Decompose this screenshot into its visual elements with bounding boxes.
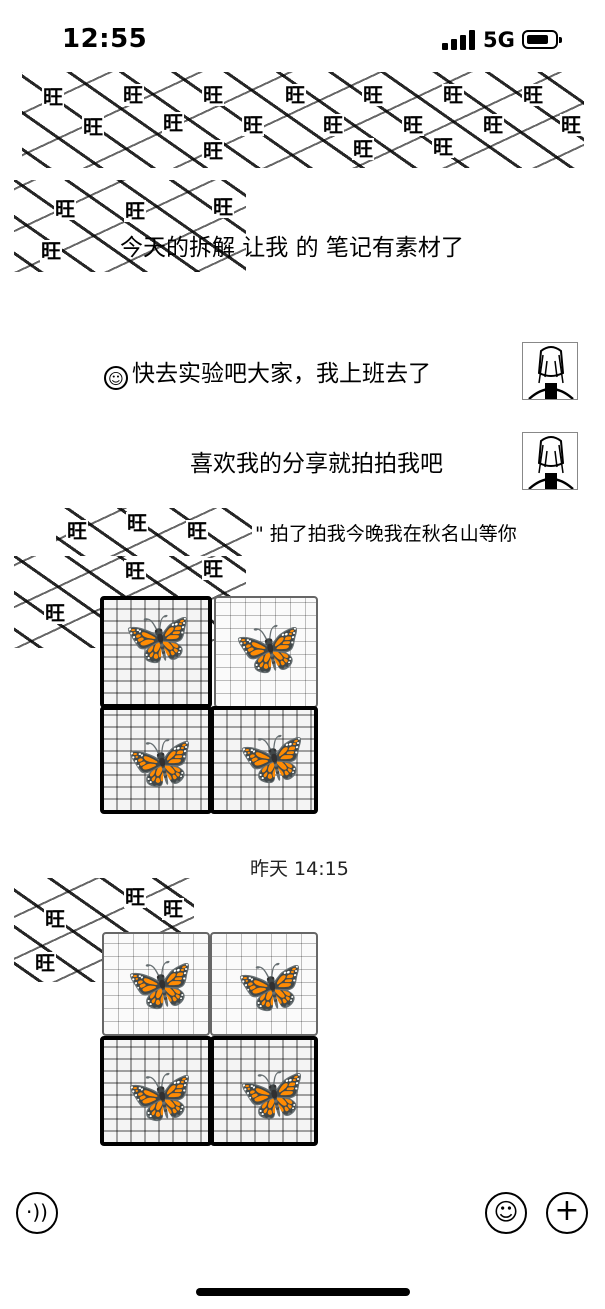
image-message[interactable]: 🦋 [214, 596, 318, 708]
image-message[interactable]: 🦋 [210, 1036, 318, 1146]
sticker-char: 旺 [82, 115, 104, 139]
sticker-char: 旺 [432, 135, 454, 159]
self-avatar[interactable] [522, 342, 578, 400]
sticker-char: 旺 [242, 113, 264, 137]
sticker-char: 旺 [124, 199, 146, 223]
butterfly-image: 🦋 [238, 1062, 306, 1125]
sticker-char: 旺 [44, 907, 66, 931]
sticker-char: 旺 [402, 113, 424, 137]
butterfly-image: 🦋 [234, 616, 302, 679]
sticker-char: 旺 [34, 951, 56, 975]
cellular-signal-icon [442, 30, 476, 50]
image-message[interactable]: 🦋 [100, 596, 212, 708]
status-time: 12:55 [62, 24, 148, 54]
sticker-char: 旺 [44, 601, 66, 625]
butterfly-image: 🦋 [126, 1064, 194, 1127]
sticker-char: 旺 [212, 195, 234, 219]
sticker-char: 旺 [202, 83, 224, 107]
message-text-content: 快去实验吧大家，我上班去了 [132, 361, 431, 387]
sticker-char: 旺 [162, 111, 184, 135]
self-avatar[interactable] [522, 432, 578, 490]
smile-emoji-icon: ☺ [104, 366, 128, 390]
sticker-char: 旺 [202, 139, 224, 163]
sticker-char: 旺 [124, 885, 146, 909]
sticker-char: 旺 [442, 83, 464, 107]
avatar-figure-icon [528, 436, 574, 489]
emoji-icon[interactable]: ☺ [485, 1192, 527, 1234]
avatar-figure-icon [528, 346, 574, 399]
sticker-char: 旺 [162, 897, 184, 921]
plus-icon[interactable]: + [546, 1192, 588, 1234]
sticker-char: 旺 [352, 137, 374, 161]
image-message[interactable]: 🦋 [210, 706, 318, 814]
sticker-char: 旺 [126, 511, 148, 535]
sticker-char: 旺 [40, 239, 62, 263]
sticker-char: 旺 [122, 83, 144, 107]
sticker-char: 旺 [362, 83, 384, 107]
sticker-char: 旺 [322, 113, 344, 137]
sticker-char: 旺 [202, 557, 224, 581]
sticker-char: 旺 [482, 113, 504, 137]
redacted-name: 旺 旺 旺 [56, 508, 252, 556]
sticker-char: 旺 [42, 85, 64, 109]
message-text: 今天的拆解 让我 的 笔记有素材了 [120, 235, 464, 261]
sticker-char: 旺 [66, 519, 88, 543]
sticker-char: 旺 [186, 519, 208, 543]
image-message[interactable]: 🦋 [100, 706, 212, 814]
date-divider: 昨天 14:15 [250, 858, 349, 880]
message-text: ☺ 快去实验吧大家，我上班去了 [104, 358, 431, 390]
battery-icon [522, 30, 562, 49]
butterfly-image: 🦋 [124, 606, 192, 669]
sticker-char: 旺 [522, 83, 544, 107]
voice-icon[interactable]: ·)) [16, 1192, 58, 1234]
image-message[interactable]: 🦋 [210, 932, 318, 1036]
home-indicator[interactable] [196, 1288, 410, 1296]
image-message[interactable]: 🦋 [100, 1036, 212, 1146]
sticker-char: 旺 [124, 559, 146, 583]
message-text: 喜欢我的分享就拍拍我吧 [190, 451, 443, 477]
pat-notification: " 拍了拍我今晚我在秋名山等你 [255, 523, 517, 545]
sticker-char: 旺 [54, 197, 76, 221]
network-type: 5G [483, 28, 515, 52]
sticker-char: 旺 [284, 83, 306, 107]
butterfly-image: 🦋 [238, 726, 306, 789]
sticker-char: 旺 [560, 113, 582, 137]
butterfly-image: 🦋 [126, 730, 194, 793]
redacted-name-banner: 旺 旺 旺 旺 旺 旺 旺 旺 旺 旺 旺 旺 旺 旺 旺 旺 旺 [22, 72, 584, 168]
butterfly-image: 🦋 [236, 954, 304, 1017]
image-message[interactable]: 🦋 [102, 932, 210, 1036]
butterfly-image: 🦋 [126, 952, 194, 1015]
